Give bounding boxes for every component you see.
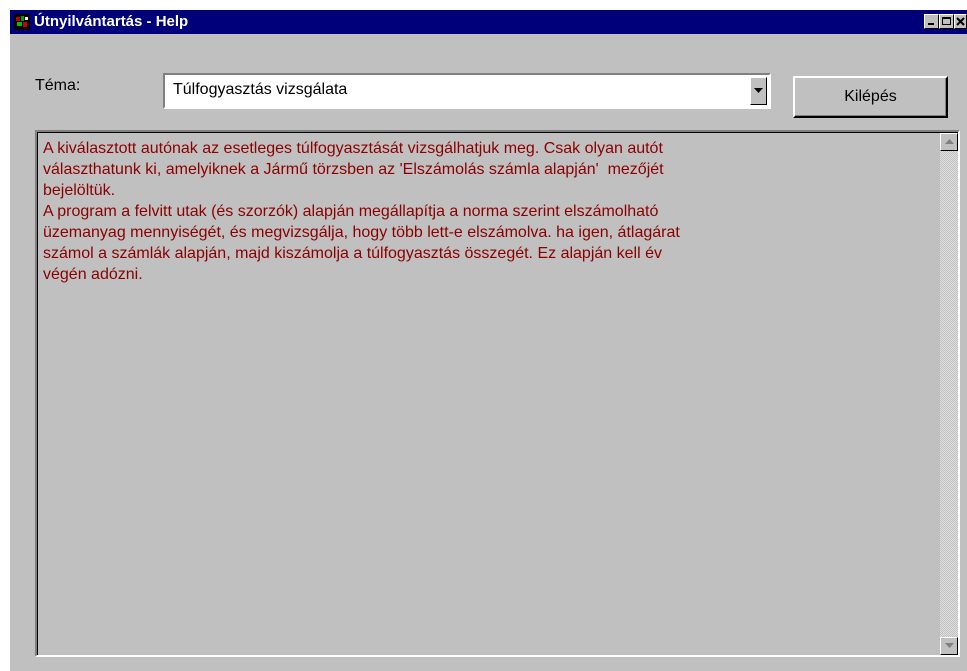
maximize-button[interactable]	[939, 14, 954, 29]
vertical-scrollbar[interactable]	[940, 133, 958, 655]
minimize-button[interactable]	[924, 14, 939, 29]
app-icon[interactable]	[14, 14, 30, 30]
title-bar[interactable]: Útnyilvántartás - Help	[10, 10, 967, 34]
arrow-down-icon	[945, 643, 954, 648]
scroll-up-button[interactable]	[940, 133, 958, 151]
help-text: A kiválasztott autónak az esetleges túlf…	[43, 140, 680, 283]
help-window: Útnyilvántartás - Help Téma: Túlfogyaszt…	[10, 10, 967, 671]
close-button[interactable]	[954, 14, 967, 29]
scroll-down-button[interactable]	[940, 637, 958, 655]
close-icon	[956, 17, 965, 26]
maximize-icon	[942, 17, 951, 25]
topic-selected-value: Túlfogyasztás vizsgálata	[173, 81, 348, 98]
minimize-icon	[928, 23, 934, 25]
chevron-down-icon	[754, 88, 763, 93]
topic-dropdown[interactable]: Túlfogyasztás vizsgálata	[163, 73, 771, 109]
help-text-area[interactable]: A kiválasztott autónak az esetleges túlf…	[35, 130, 960, 657]
topic-label: Téma:	[35, 77, 81, 94]
arrow-up-icon	[945, 139, 954, 144]
window-title: Útnyilvántartás - Help	[34, 13, 189, 30]
exit-button[interactable]: Kilépés	[793, 76, 948, 118]
dropdown-arrow-button[interactable]	[750, 77, 767, 105]
